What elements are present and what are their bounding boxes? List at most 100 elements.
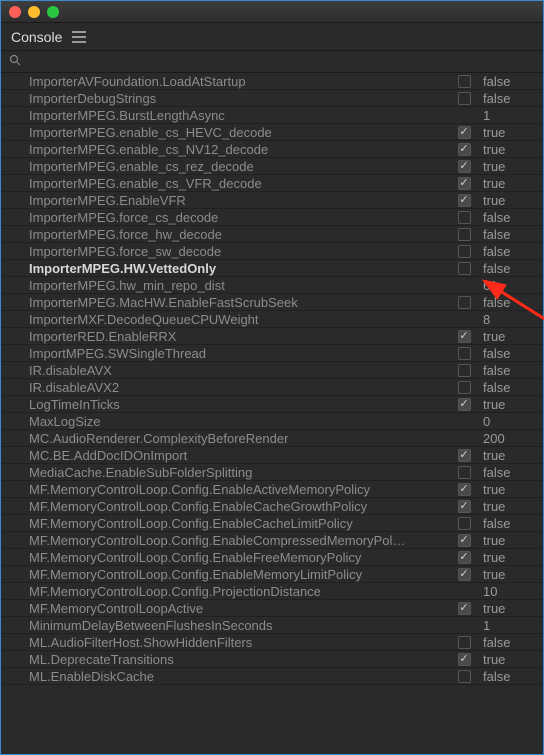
setting-value[interactable]: false (477, 295, 543, 310)
settings-row[interactable]: ML.DeprecateTransitions✓true (1, 651, 543, 668)
setting-checkbox[interactable]: ✓ (458, 653, 471, 666)
setting-value[interactable]: 200 (477, 431, 543, 446)
setting-checkbox[interactable] (458, 636, 471, 649)
setting-value[interactable]: true (477, 482, 543, 497)
setting-value[interactable]: 8 (477, 312, 543, 327)
maximize-icon[interactable] (47, 6, 59, 18)
settings-row[interactable]: IR.disableAVX2false (1, 379, 543, 396)
setting-checkbox[interactable] (458, 517, 471, 530)
settings-row[interactable]: MF.MemoryControlLoop.Config.EnableCompre… (1, 532, 543, 549)
settings-row[interactable]: ImporterMPEG.BurstLengthAsync1 (1, 107, 543, 124)
settings-row[interactable]: MF.MemoryControlLoop.Config.EnableFreeMe… (1, 549, 543, 566)
setting-checkbox[interactable] (458, 92, 471, 105)
setting-value[interactable]: false (477, 465, 543, 480)
settings-row[interactable]: MF.MemoryControlLoop.Config.EnableMemory… (1, 566, 543, 583)
setting-value[interactable]: false (477, 244, 543, 259)
setting-value[interactable]: true (477, 193, 543, 208)
setting-value[interactable]: true (477, 533, 543, 548)
settings-row[interactable]: ML.EnableDiskCachefalse (1, 668, 543, 685)
settings-row[interactable]: ImporterMPEG.force_cs_decodefalse (1, 209, 543, 226)
settings-row[interactable]: ImporterRED.EnableRRX✓true (1, 328, 543, 345)
settings-row[interactable]: MF.MemoryControlLoop.Config.EnableActive… (1, 481, 543, 498)
settings-row[interactable]: ImporterMPEG.HW.VettedOnlyfalse (1, 260, 543, 277)
settings-row[interactable]: MF.MemoryControlLoop.Config.ProjectionDi… (1, 583, 543, 600)
setting-checkbox[interactable] (458, 75, 471, 88)
settings-row[interactable]: MaxLogSize0 (1, 413, 543, 430)
setting-value[interactable]: 10 (477, 584, 543, 599)
setting-value[interactable]: false (477, 363, 543, 378)
setting-checkbox[interactable]: ✓ (458, 551, 471, 564)
settings-row[interactable]: MC.BE.AddDocIDOnImport✓true (1, 447, 543, 464)
settings-row[interactable]: ImporterMPEG.enable_cs_HEVC_decode✓true (1, 124, 543, 141)
settings-row[interactable]: MinimumDelayBetweenFlushesInSeconds1 (1, 617, 543, 634)
setting-checkbox[interactable]: ✓ (458, 534, 471, 547)
settings-list[interactable]: ImporterAVFoundation.LoadAtStartupfalse I… (1, 73, 543, 752)
settings-row[interactable]: ML.AudioFilterHost.ShowHiddenFiltersfals… (1, 634, 543, 651)
settings-row[interactable]: ImporterMXF.DecodeQueueCPUWeight8 (1, 311, 543, 328)
settings-row[interactable]: MF.MemoryControlLoop.Config.EnableCacheL… (1, 515, 543, 532)
settings-row[interactable]: ImporterMPEG.enable_cs_rez_decode✓true (1, 158, 543, 175)
setting-value[interactable]: false (477, 91, 543, 106)
setting-value[interactable]: false (477, 210, 543, 225)
setting-value[interactable]: true (477, 397, 543, 412)
settings-row[interactable]: MC.AudioRenderer.ComplexityBeforeRender2… (1, 430, 543, 447)
setting-checkbox[interactable]: ✓ (458, 602, 471, 615)
setting-checkbox[interactable]: ✓ (458, 483, 471, 496)
settings-row[interactable]: ImporterMPEG.enable_cs_VFR_decode✓true (1, 175, 543, 192)
settings-row[interactable]: ImporterMPEG.EnableVFR✓true (1, 192, 543, 209)
setting-value[interactable]: 61 (477, 278, 543, 293)
settings-row[interactable]: ImporterMPEG.hw_min_repo_dist61 (1, 277, 543, 294)
setting-checkbox[interactable]: ✓ (458, 160, 471, 173)
setting-checkbox[interactable] (458, 466, 471, 479)
setting-value[interactable]: false (477, 669, 543, 684)
setting-value[interactable]: true (477, 142, 543, 157)
setting-value[interactable]: false (477, 346, 543, 361)
settings-row[interactable]: ImporterMPEG.force_sw_decodefalse (1, 243, 543, 260)
setting-checkbox[interactable]: ✓ (458, 500, 471, 513)
setting-value[interactable]: false (477, 227, 543, 242)
settings-row[interactable]: MediaCache.EnableSubFolderSplittingfalse (1, 464, 543, 481)
setting-value[interactable]: true (477, 329, 543, 344)
settings-row[interactable]: ImporterMPEG.force_hw_decodefalse (1, 226, 543, 243)
close-icon[interactable] (9, 6, 21, 18)
settings-row[interactable]: ImporterMPEG.enable_cs_NV12_decode✓true (1, 141, 543, 158)
setting-checkbox[interactable] (458, 228, 471, 241)
setting-value[interactable]: false (477, 261, 543, 276)
setting-value[interactable]: false (477, 635, 543, 650)
setting-value[interactable]: false (477, 74, 543, 89)
setting-checkbox[interactable]: ✓ (458, 194, 471, 207)
setting-checkbox[interactable] (458, 245, 471, 258)
setting-value[interactable]: false (477, 516, 543, 531)
menu-icon[interactable] (72, 31, 86, 43)
setting-value[interactable]: true (477, 567, 543, 582)
setting-value[interactable]: false (477, 380, 543, 395)
setting-checkbox[interactable] (458, 211, 471, 224)
setting-value[interactable]: 0 (477, 414, 543, 429)
setting-checkbox[interactable]: ✓ (458, 449, 471, 462)
settings-row[interactable]: MF.MemoryControlLoopActive✓true (1, 600, 543, 617)
setting-checkbox[interactable] (458, 381, 471, 394)
setting-checkbox[interactable]: ✓ (458, 568, 471, 581)
setting-checkbox[interactable]: ✓ (458, 177, 471, 190)
setting-checkbox[interactable] (458, 670, 471, 683)
settings-row[interactable]: ImporterAVFoundation.LoadAtStartupfalse (1, 73, 543, 90)
setting-checkbox[interactable]: ✓ (458, 330, 471, 343)
setting-checkbox[interactable] (458, 364, 471, 377)
setting-checkbox[interactable] (458, 296, 471, 309)
setting-checkbox[interactable] (458, 262, 471, 275)
settings-row[interactable]: IR.disableAVXfalse (1, 362, 543, 379)
setting-value[interactable]: 1 (477, 618, 543, 633)
setting-value[interactable]: true (477, 499, 543, 514)
setting-value[interactable]: true (477, 601, 543, 616)
minimize-icon[interactable] (28, 6, 40, 18)
setting-value[interactable]: true (477, 652, 543, 667)
setting-value[interactable]: 1 (477, 108, 543, 123)
setting-value[interactable]: true (477, 176, 543, 191)
setting-value[interactable]: true (477, 550, 543, 565)
setting-value[interactable]: true (477, 125, 543, 140)
settings-row[interactable]: ImporterMPEG.MacHW.EnableFastScrubSeekfa… (1, 294, 543, 311)
settings-row[interactable]: MF.MemoryControlLoop.Config.EnableCacheG… (1, 498, 543, 515)
search-input[interactable] (27, 54, 535, 69)
setting-value[interactable]: true (477, 448, 543, 463)
settings-row[interactable]: ImportMPEG.SWSingleThreadfalse (1, 345, 543, 362)
